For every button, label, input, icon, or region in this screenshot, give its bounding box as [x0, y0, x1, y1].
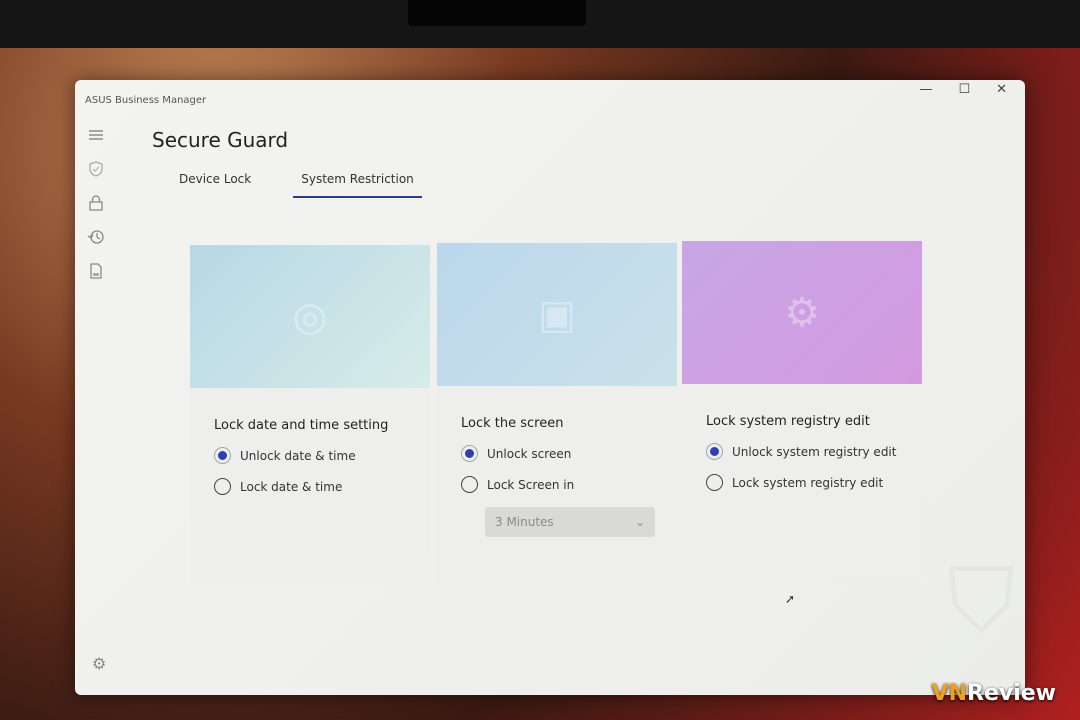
option-label: Unlock screen: [487, 446, 572, 461]
radio-unlock-date-time[interactable]: Unlock date & time: [214, 447, 406, 464]
watermark-logo: VNReview: [931, 681, 1056, 706]
radio-lock-screen-in[interactable]: Lock Screen in: [461, 476, 653, 493]
option-label: Lock system registry edit: [732, 475, 884, 490]
menu-icon[interactable]: [87, 126, 105, 144]
app-title: ASUS Business Manager: [85, 95, 207, 106]
history-icon[interactable]: [87, 228, 105, 246]
card-lock-screen: ▣ Lock the screen Unlock screen Lock Scr…: [437, 243, 677, 583]
gear-lock-icon: ⚙: [784, 289, 820, 336]
page-title: Secure Guard: [152, 128, 289, 152]
shield-keyhole-icon: ⛉: [947, 549, 1016, 654]
card-date-time: ◎ Lock date and time setting Unlock date…: [190, 245, 430, 585]
chevron-down-icon: ⌄: [634, 515, 645, 529]
card-illustration: ⚙: [682, 241, 922, 384]
app-window: ASUS Business Manager — ☐ ✕ ⚙ Secure Gua…: [75, 80, 1025, 695]
lock-icon[interactable]: [87, 194, 105, 212]
radio-empty-icon: [461, 476, 478, 493]
card-illustration: ◎: [190, 245, 430, 388]
card-registry: ⚙ Lock system registry edit Unlock syste…: [682, 241, 922, 581]
gear-icon[interactable]: ⚙: [92, 654, 106, 673]
tab-device-lock[interactable]: Device Lock: [175, 168, 255, 198]
radio-empty-icon: [214, 478, 231, 495]
radio-unlock-screen[interactable]: Unlock screen: [461, 445, 653, 462]
webcam: [408, 0, 586, 26]
option-label: Lock date & time: [240, 479, 343, 494]
close-button[interactable]: ✕: [996, 82, 1007, 97]
section-heading: Lock date and time setting: [214, 418, 389, 433]
section-heading: Lock system registry edit: [706, 414, 870, 429]
dropdown-value: 3 Minutes: [495, 515, 554, 529]
radio-selected-icon: [461, 445, 478, 462]
radio-lock-date-time[interactable]: Lock date & time: [214, 478, 406, 495]
lock-timeout-dropdown[interactable]: 3 Minutes ⌄: [485, 507, 655, 537]
document-icon[interactable]: [87, 262, 105, 280]
minimize-button[interactable]: —: [919, 82, 932, 97]
radio-lock-registry[interactable]: Lock system registry edit: [706, 474, 898, 491]
option-label: Unlock system registry edit: [732, 444, 897, 459]
clock-lock-icon: ◎: [292, 293, 328, 340]
section-heading: Lock the screen: [461, 416, 564, 431]
option-label: Unlock date & time: [240, 448, 356, 463]
sidebar: [85, 126, 107, 280]
option-label: Lock Screen in: [487, 477, 575, 492]
maximize-button[interactable]: ☐: [958, 82, 970, 97]
tab-bar: Device Lock System Restriction: [175, 168, 422, 198]
shield-check-icon[interactable]: [87, 160, 105, 178]
radio-unlock-registry[interactable]: Unlock system registry edit: [706, 443, 898, 460]
radio-selected-icon: [214, 447, 231, 464]
radio-selected-icon: [706, 443, 723, 460]
mouse-cursor-icon: ➚: [785, 592, 796, 606]
radio-empty-icon: [706, 474, 723, 491]
laptop-bezel: [0, 0, 1080, 48]
monitor-lock-icon: ▣: [538, 291, 576, 338]
tab-system-restriction[interactable]: System Restriction: [293, 168, 422, 198]
card-illustration: ▣: [437, 243, 677, 386]
